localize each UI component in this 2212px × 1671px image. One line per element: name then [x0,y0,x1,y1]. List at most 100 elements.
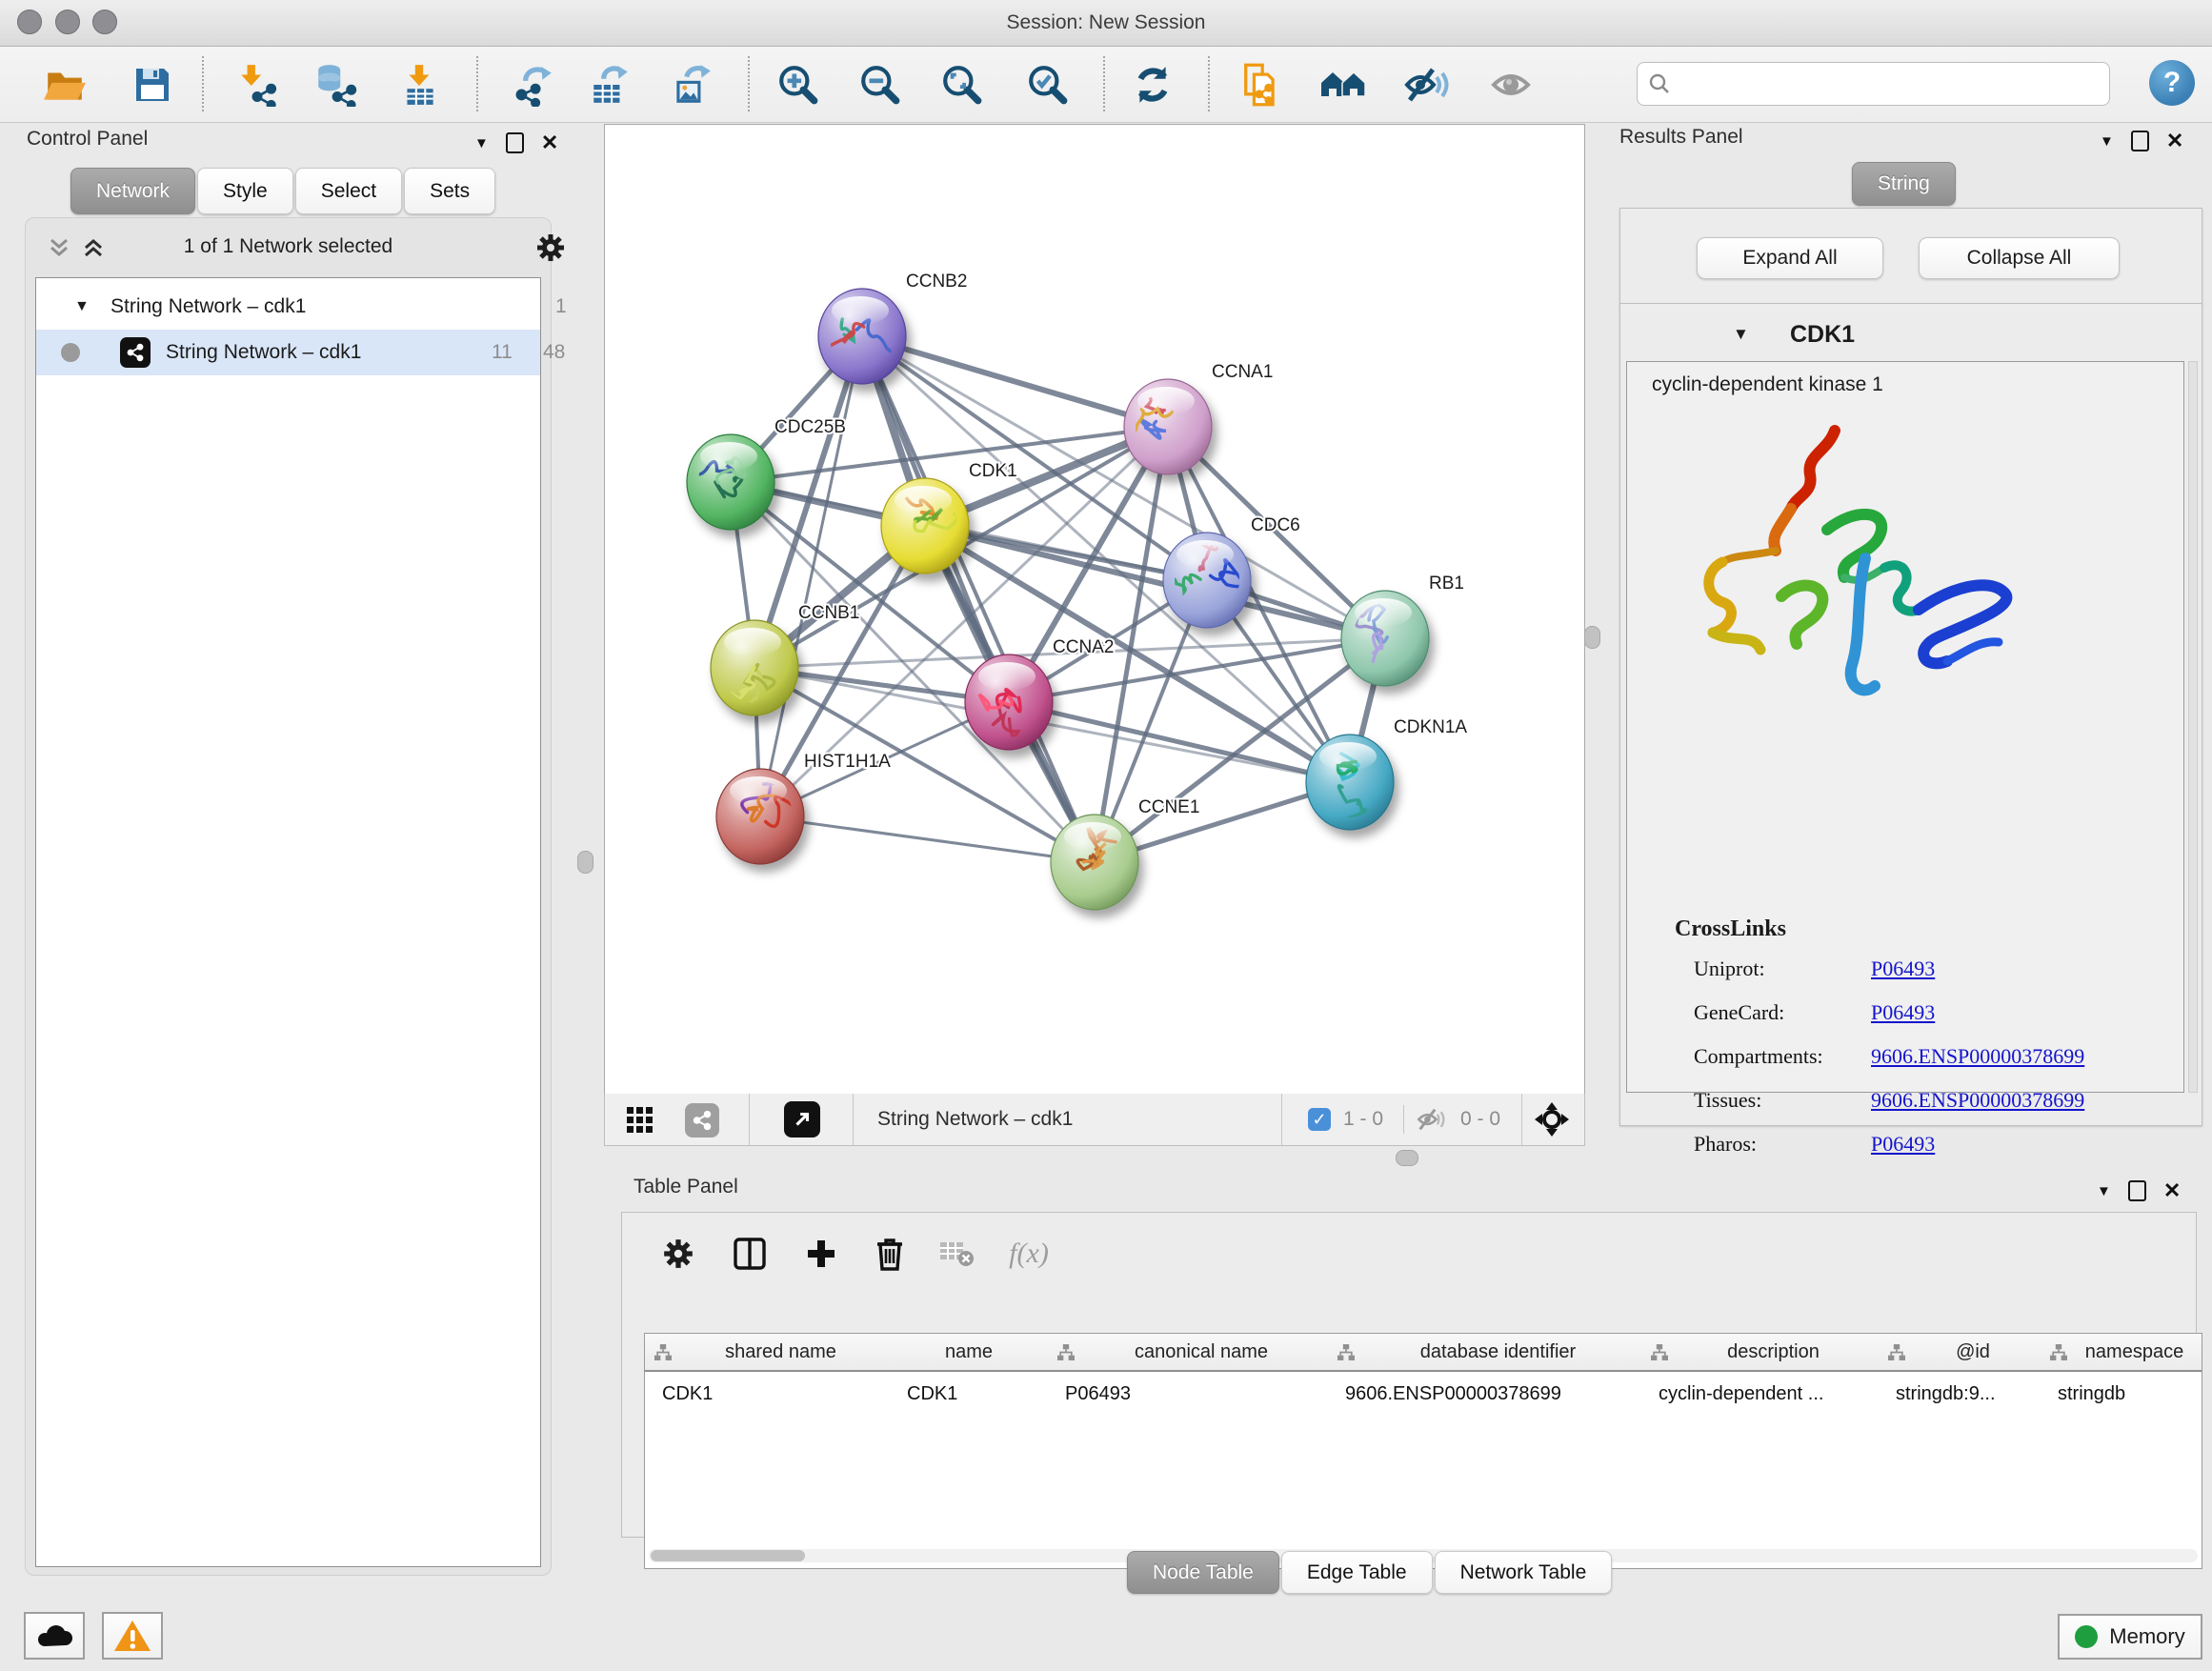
table-cell[interactable]: stringdb:9... [1879,1376,2041,1412]
column-header-id[interactable]: @id [1879,1334,2041,1372]
tab-network-table[interactable]: Network Table [1435,1551,1613,1594]
clone-network-button[interactable] [1234,58,1287,111]
table-cell[interactable]: P06493 [1048,1376,1328,1412]
zoom-out-button[interactable] [854,58,907,111]
panel-float-icon[interactable] [2131,131,2149,151]
network-node-RB1[interactable]: RB1 [1341,574,1464,686]
tree-open-icon[interactable]: ▼ [74,298,90,315]
column-header-database-identifier[interactable]: database identifier [1328,1334,1641,1372]
import-table-button[interactable] [392,58,446,111]
zoom-in-icon [776,63,820,107]
column-header-name[interactable]: name [890,1334,1048,1372]
crosslink-value[interactable]: P06493 [1871,956,1935,981]
hide-selected-button[interactable] [1400,58,1454,111]
show-columns-button[interactable] [722,1226,777,1281]
eye-slash-icon [1404,64,1450,106]
open-session-button[interactable] [38,58,91,111]
panel-menu-icon[interactable]: ▼ [474,135,489,151]
table-cell[interactable]: CDK1 [890,1376,1048,1412]
show-all-button[interactable] [1484,58,1538,111]
tab-node-table[interactable]: Node Table [1127,1551,1279,1594]
network-edge-CCNA2-CDKN1A[interactable] [1009,702,1350,782]
selected-checkbox-icon[interactable]: ✓ [1308,1108,1331,1131]
apply-layout-button[interactable] [1126,58,1179,111]
horizontal-splitter-handle[interactable] [1396,1150,1418,1166]
save-session-button[interactable] [126,58,179,111]
export-network-button[interactable] [507,58,560,111]
tab-select[interactable]: Select [295,168,402,214]
results-scrollbar[interactable] [2188,361,2198,1093]
search-input[interactable] [1679,72,2100,96]
table-cell[interactable]: stringdb [2041,1376,2202,1412]
network-node-CCNA1[interactable]: CCNA1 [1124,362,1273,474]
expand-all-button[interactable]: Expand All [1697,237,1883,279]
grid-view-icon[interactable] [626,1106,654,1135]
panel-menu-icon[interactable]: ▼ [2097,1183,2111,1199]
first-neighbors-button[interactable] [1317,58,1370,111]
panel-menu-icon[interactable]: ▼ [2100,133,2114,150]
column-header-description[interactable]: description [1641,1334,1879,1372]
column-header-shared-name[interactable]: shared name [645,1334,890,1372]
fit-content-icon[interactable] [1535,1102,1569,1137]
memory-button[interactable]: Memory [2058,1614,2202,1660]
birdseye-toggle-icon[interactable] [685,1103,719,1137]
network-node-CDK1[interactable]: CDK1 [881,461,1017,574]
create-column-button[interactable] [794,1226,849,1281]
function-builder-button[interactable]: f(x) [1001,1226,1056,1281]
crosslink-value[interactable]: 9606.ENSP00000378699 [1871,1044,2084,1069]
network-edge-CCNB2-CCNA1[interactable] [862,336,1168,427]
zoom-in-button[interactable] [772,58,825,111]
column-header-canonical-name[interactable]: canonical name [1048,1334,1328,1372]
crosslink-value[interactable]: 9606.ENSP00000378699 [1871,1088,2084,1113]
left-splitter-handle[interactable] [577,851,593,874]
delete-table-button[interactable] [929,1226,984,1281]
collapse-all-button[interactable]: Collapse All [1919,237,2120,279]
help-button[interactable]: ? [2149,60,2195,106]
network-node-CDKN1A[interactable]: CDKN1A [1306,717,1467,830]
network-node-CCNB2[interactable]: CCNB2 [818,272,967,384]
panel-close-icon[interactable]: ✕ [2163,1178,2181,1203]
table-cell[interactable]: 9606.ENSP00000378699 [1328,1376,1641,1412]
tab-network[interactable]: Network [70,168,195,214]
tab-edge-table[interactable]: Edge Table [1281,1551,1433,1594]
table-cell[interactable]: cyclin-dependent ... [1641,1376,1879,1412]
table-options-button[interactable] [651,1226,706,1281]
network-node-HIST1H1A[interactable]: HIST1H1A [716,752,891,864]
collection-label: String Network – cdk1 [111,295,306,318]
import-network-database-button[interactable] [309,58,362,111]
section-collapse-icon[interactable]: ▼ [1733,325,1749,344]
network-collection-row[interactable]: ▼ String Network – cdk1 1 [36,284,540,330]
network-node-CCNB1[interactable]: CCNB1 [711,603,859,715]
zoom-selected-button[interactable] [1021,58,1075,111]
export-table-button[interactable] [583,58,636,111]
cloud-button[interactable] [24,1612,85,1660]
tab-style[interactable]: Style [197,168,293,214]
tab-string[interactable]: String [1852,162,1956,206]
crosslink-value[interactable]: P06493 [1871,1132,1935,1157]
column-header-namespace[interactable]: namespace [2041,1334,2202,1372]
network-row[interactable]: String Network – cdk1 11 48 [36,330,540,375]
open-in-window-icon[interactable] [784,1101,820,1137]
gene-section-header[interactable]: ▼ CDK1 [1626,310,2184,359]
network-edge-CCNB2-CCNE1[interactable] [862,336,1095,862]
import-network-file-button[interactable] [231,58,284,111]
panel-float-icon[interactable] [506,132,524,153]
gear-icon[interactable] [534,232,567,264]
network-node-CDC25B[interactable]: CDC25B [687,417,846,530]
network-canvas[interactable]: CCNB2CCNA1CDC25BCDK1CDC6RB1CCNB1CCNA2CDK… [604,124,1585,1095]
network-graph[interactable]: CCNB2CCNA1CDC25BCDK1CDC6RB1CCNB1CCNA2CDK… [605,125,1584,1093]
status-separator [1403,1105,1404,1134]
table-cell[interactable]: CDK1 [645,1376,890,1412]
scrollbar-thumb[interactable] [651,1550,805,1561]
panel-close-icon[interactable]: ✕ [2166,129,2183,153]
warnings-button[interactable] [102,1612,163,1660]
network-edge-HIST1H1A-CCNE1[interactable] [760,816,1095,862]
zoom-fit-button[interactable] [935,58,989,111]
crosslink-value[interactable]: P06493 [1871,1000,1935,1025]
export-image-button[interactable] [664,58,717,111]
panel-close-icon[interactable]: ✕ [541,131,558,155]
panel-float-icon[interactable] [2128,1180,2146,1201]
delete-column-button[interactable] [862,1226,917,1281]
tab-sets[interactable]: Sets [404,168,495,214]
search-field[interactable] [1637,62,2110,106]
